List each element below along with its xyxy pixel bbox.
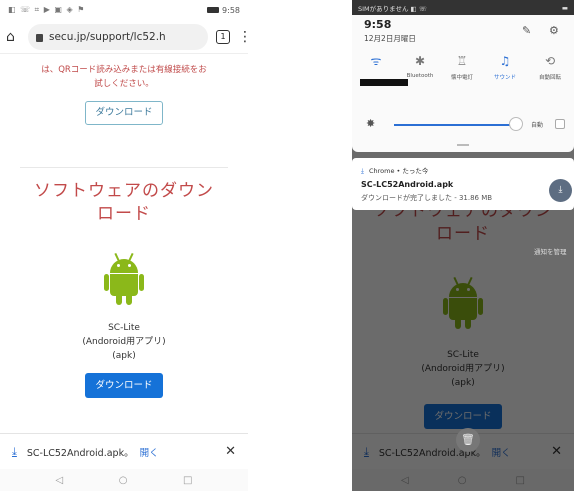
status-sim-text: SIMがありません ◧ ☏ <box>358 4 427 13</box>
download-button-outline[interactable]: ダウンロード <box>85 101 163 125</box>
edit-icon[interactable]: ✎ <box>522 24 531 37</box>
app-description: SC-Lite (Andoroid用アプリ) (apk) <box>82 323 166 361</box>
page-content: は、QRコード読み込みまたは有線接続をお 試しください。 ダウンロード ソフトウ… <box>0 55 248 425</box>
brightness-row: ✸ 自動 <box>352 115 574 133</box>
sound-icon: ♫ <box>499 54 511 68</box>
lock-icon <box>36 33 43 42</box>
notification-shade: SIMがありません ◧ ☏ ▬ 9:58 12月2日月曜日 ✎ ⚙ ᯤ ✱ Bl… <box>352 0 574 152</box>
url-text: secu.jp/support/lc52.h <box>49 30 166 43</box>
shade-time: 9:58 <box>364 18 392 31</box>
qs-flashlight[interactable]: ♖ 懐中電灯 <box>442 53 482 81</box>
qs-wifi[interactable]: ᯤ <box>356 53 408 86</box>
home-button-icon[interactable]: ○ <box>119 475 128 486</box>
bg-download-button: ダウンロード <box>424 404 502 429</box>
battery-icon: ▬ <box>561 3 568 12</box>
manage-notifications-link[interactable]: 通知を管理 <box>534 246 567 256</box>
download-bar: ⤓ SC-LC52Android.apk。 開く ✕ <box>0 433 248 469</box>
download-notification[interactable]: ⤓ Chrome • たった今 SC-LC52Android.apk ダウンロー… <box>352 158 574 210</box>
status-time: 9:58 <box>222 5 240 15</box>
download-action-icon[interactable]: ⤓ <box>549 179 572 202</box>
status-bar: SIMがありません ◧ ☏ ▬ <box>352 0 574 15</box>
auto-brightness-label: 自動 <box>531 122 544 129</box>
section-title: ソフトウェアのダウン ロード <box>34 181 214 224</box>
status-bar: ◧ ☏ ⌗ ▶ ▣ ◈ ⚑ 9:58 <box>0 0 248 20</box>
battery-icon <box>207 7 220 13</box>
bluetooth-icon: ✱ <box>414 54 426 68</box>
shade-date: 12月2日月曜日 <box>364 34 416 43</box>
shade-drag-handle[interactable] <box>457 144 469 146</box>
bg-nav-bar: ◁ ○ □ <box>352 469 574 491</box>
rotate-icon: ⟲ <box>544 54 556 68</box>
android-logo-icon <box>104 252 144 305</box>
quick-settings: ᯤ ✱ Bluetooth ♖ 懐中電灯 ♫ サウンド ⟲ 自動回転 <box>352 53 574 105</box>
bg-app-description: SC-Lite (Andoroid用アプリ) (apk) <box>421 350 505 388</box>
address-bar[interactable]: secu.jp/support/lc52.h <box>28 23 208 50</box>
notification-title: SC-LC52Android.apk <box>361 180 454 189</box>
notification-app: Chrome • たった今 <box>368 167 429 175</box>
warning-text: は、QRコード読み込みまたは有線接続をお 試しください。 <box>41 65 207 89</box>
qs-rotate[interactable]: ⟲ 自動回転 <box>530 53 570 81</box>
qs-bluetooth[interactable]: ✱ Bluetooth <box>400 53 440 79</box>
close-icon[interactable]: ✕ <box>225 444 236 459</box>
auto-brightness-checkbox[interactable] <box>555 119 565 129</box>
overflow-menu-icon[interactable]: ⋮ <box>238 30 248 44</box>
flashlight-icon: ♖ <box>456 54 468 68</box>
download-done-icon: ⤓ <box>361 167 364 175</box>
download-button[interactable]: ダウンロード <box>85 373 163 398</box>
brightness-slider-knob[interactable] <box>509 117 523 131</box>
left-phone-screen: ◧ ☏ ⌗ ▶ ▣ ◈ ⚑ 9:58 ⌂ secu.jp/support/lc5… <box>0 0 248 491</box>
brightness-icon: ✸ <box>366 117 376 130</box>
browser-toolbar: ⌂ secu.jp/support/lc52.h 1 ⋮ <box>0 20 248 54</box>
download-done-icon: ⤓ <box>12 444 17 458</box>
brightness-slider[interactable] <box>394 124 516 126</box>
divider <box>20 167 228 168</box>
wifi-icon: ᯤ <box>370 54 382 68</box>
download-filename: SC-LC52Android.apk。 <box>26 447 134 459</box>
recent-apps-icon[interactable]: □ <box>183 475 192 486</box>
right-phone-screen: ソフトウェアのダウン ロード SC-Lite (Andoroid用アプリ) (a… <box>352 0 574 491</box>
gear-icon[interactable]: ⚙ <box>549 24 559 37</box>
tabs-count-icon[interactable]: 1 <box>216 29 230 44</box>
status-icons: ◧ ☏ ⌗ ▶ ▣ ◈ ⚑ <box>8 5 86 14</box>
nav-bar: ◁ ○ □ <box>0 469 248 491</box>
notification-body: ダウンロードが完了しました - 31.86 MB <box>361 194 493 202</box>
trash-icon[interactable]: 🗑 <box>456 428 480 452</box>
home-icon[interactable]: ⌂ <box>6 30 20 44</box>
redacted-label <box>360 79 408 86</box>
open-link[interactable]: 開く <box>140 445 159 459</box>
back-icon[interactable]: ◁ <box>56 475 64 486</box>
bg-android-logo-icon <box>443 276 483 329</box>
qs-sound[interactable]: ♫ サウンド <box>485 53 525 81</box>
